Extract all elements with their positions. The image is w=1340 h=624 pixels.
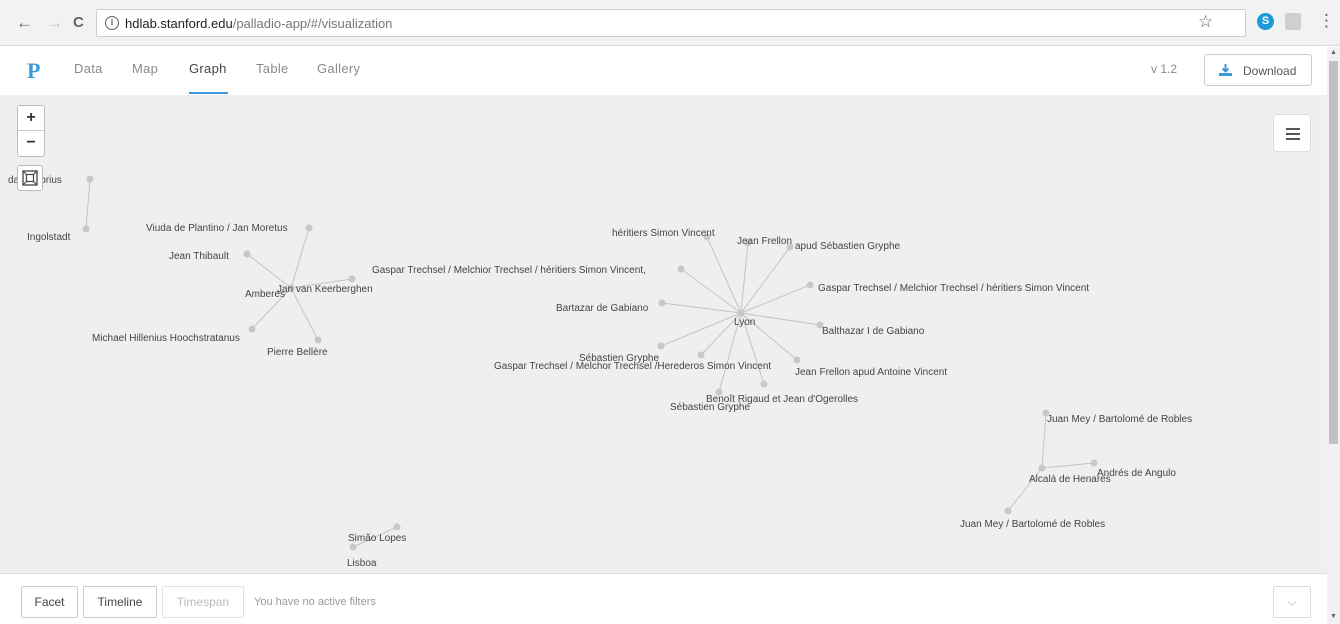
node-label: Lyon xyxy=(734,317,755,328)
graph-node xyxy=(82,225,90,233)
node-label: Juan Mey / Bartolomé de Robles xyxy=(960,519,1105,530)
browser-menu-icon[interactable]: ⋮ xyxy=(1318,12,1335,30)
zoom-out-button[interactable]: − xyxy=(18,131,44,156)
node-label: Sébastien Gryphe xyxy=(670,402,750,413)
tab-table[interactable]: Table xyxy=(256,61,289,76)
reload-icon[interactable]: C xyxy=(73,14,84,32)
graph-node xyxy=(86,175,94,183)
browser-toolbar: ← → C i hdlab.stanford.edu/palladio-app/… xyxy=(0,0,1340,46)
graph-node xyxy=(657,342,665,350)
info-icon[interactable]: i xyxy=(105,16,119,30)
graph-node xyxy=(806,281,814,289)
collapse-footer-button[interactable]: ⌵ xyxy=(1273,586,1311,618)
graph-node xyxy=(348,275,356,283)
graph-svg[interactable]: Ingolstadt da Sartorius Viuda de Plantin… xyxy=(0,95,1327,573)
graph-node xyxy=(1004,507,1012,515)
facet-button[interactable]: Facet xyxy=(21,586,78,618)
forward-icon[interactable]: → xyxy=(46,14,63,32)
back-icon[interactable]: ← xyxy=(16,14,33,32)
page-scrollbar[interactable]: ▲ ▼ xyxy=(1327,47,1340,624)
node-label: Bartazar de Gabiano xyxy=(556,303,649,314)
timespan-button[interactable]: Timespan xyxy=(162,586,244,618)
graph-node xyxy=(393,523,401,531)
node-label: Gaspar Trechsel / Melchior Trechsel / hé… xyxy=(372,265,646,276)
graph-edge xyxy=(1041,412,1047,469)
no-filters-message: You have no active filters xyxy=(254,596,376,608)
graph-node xyxy=(760,380,768,388)
node-label: Andrés de Angulo xyxy=(1097,468,1176,479)
node-label: Viuda de Plantino / Jan Moretus xyxy=(146,223,288,234)
graph-node xyxy=(248,325,256,333)
graph-node xyxy=(793,356,801,364)
bookmark-star-icon[interactable]: ☆ xyxy=(1198,13,1213,31)
graph-node xyxy=(305,224,313,232)
node-label: Juan Mey / Bartolomé de Robles xyxy=(1047,414,1192,425)
graph-node xyxy=(1038,464,1046,472)
timeline-button[interactable]: Timeline xyxy=(83,586,157,618)
graph-node xyxy=(243,250,251,258)
hamburger-icon xyxy=(1286,128,1300,130)
download-icon xyxy=(1219,64,1232,76)
graph-labels: Ingolstadt da Sartorius Viuda de Plantin… xyxy=(8,175,1192,569)
node-label: Jean Thibault xyxy=(169,251,229,262)
download-label: Download xyxy=(1243,64,1297,78)
fit-to-view-button[interactable] xyxy=(17,165,43,191)
node-label: apud Sébastien Gryphe xyxy=(795,241,901,252)
node-label: Lisboa xyxy=(347,558,377,569)
graph-node xyxy=(658,299,666,307)
node-label: Michael Hillenius Hoochstratanus xyxy=(92,333,240,344)
graph-edge xyxy=(246,253,292,289)
node-label: Ingolstadt xyxy=(27,232,71,243)
scroll-up-icon[interactable]: ▲ xyxy=(1330,49,1337,56)
node-label: Gaspar Trechsel / Melchior Trechsel / hé… xyxy=(818,283,1089,294)
graph-edge xyxy=(706,236,742,314)
graph-edge xyxy=(660,312,742,347)
graph-canvas[interactable]: Ingolstadt da Sartorius Viuda de Plantin… xyxy=(0,95,1327,573)
node-label: Jean Frellon xyxy=(737,236,792,247)
graph-node xyxy=(314,336,322,344)
chevron-down-icon: ⌵ xyxy=(1287,594,1297,609)
node-label: Gaspar Trechsel / Melchor Trechsel /Here… xyxy=(494,361,771,372)
pdf-extension-icon[interactable] xyxy=(1285,13,1301,30)
address-bar[interactable]: i hdlab.stanford.edu/palladio-app/#/visu… xyxy=(96,9,1246,37)
url-host: hdlab.stanford.edu xyxy=(125,16,233,31)
fit-view-icon xyxy=(22,170,38,186)
download-button[interactable]: Download xyxy=(1204,54,1312,86)
url-text: hdlab.stanford.edu/palladio-app/#/visual… xyxy=(125,16,392,31)
node-label: Jan van Keerberghen xyxy=(277,284,373,295)
graph-edge xyxy=(1041,462,1095,469)
graph-node xyxy=(677,265,685,273)
tab-data[interactable]: Data xyxy=(74,61,103,76)
graph-edge xyxy=(290,227,310,289)
filter-footer: Facet Timeline Timespan You have no acti… xyxy=(0,573,1327,624)
node-label: Pierre Bellère xyxy=(267,347,328,358)
graph-node xyxy=(349,543,357,551)
node-label: Balthazar I de Gabiano xyxy=(822,326,925,337)
zoom-controls: + − xyxy=(17,105,45,157)
graph-edge xyxy=(740,242,749,314)
tab-map[interactable]: Map xyxy=(132,61,158,76)
graph-edge xyxy=(290,287,319,341)
graph-node xyxy=(737,309,745,317)
app-header: P Data Map Graph Table Gallery v 1.2 Dow… xyxy=(0,47,1327,95)
scrollbar-thumb[interactable] xyxy=(1329,61,1338,444)
graph-node xyxy=(1090,459,1098,467)
graph-edge xyxy=(85,178,91,230)
version-label: v 1.2 xyxy=(1151,62,1178,76)
node-label: Simão Lopes xyxy=(348,533,406,544)
graph-node xyxy=(697,351,705,359)
palladio-logo[interactable]: P xyxy=(27,58,40,84)
zoom-in-button[interactable]: + xyxy=(18,106,44,131)
node-label: héritiers Simon Vincent xyxy=(612,228,715,239)
node-label: Jean Frellon apud Antoine Vincent xyxy=(795,367,947,378)
tab-graph[interactable]: Graph xyxy=(189,61,227,76)
active-tab-indicator xyxy=(189,92,228,94)
scroll-down-icon[interactable]: ▼ xyxy=(1330,613,1337,620)
skype-extension-icon[interactable]: S xyxy=(1257,13,1274,30)
url-path: /palladio-app/#/visualization xyxy=(232,16,393,31)
tab-gallery[interactable]: Gallery xyxy=(317,61,360,76)
graph-settings-menu-button[interactable] xyxy=(1273,114,1311,152)
